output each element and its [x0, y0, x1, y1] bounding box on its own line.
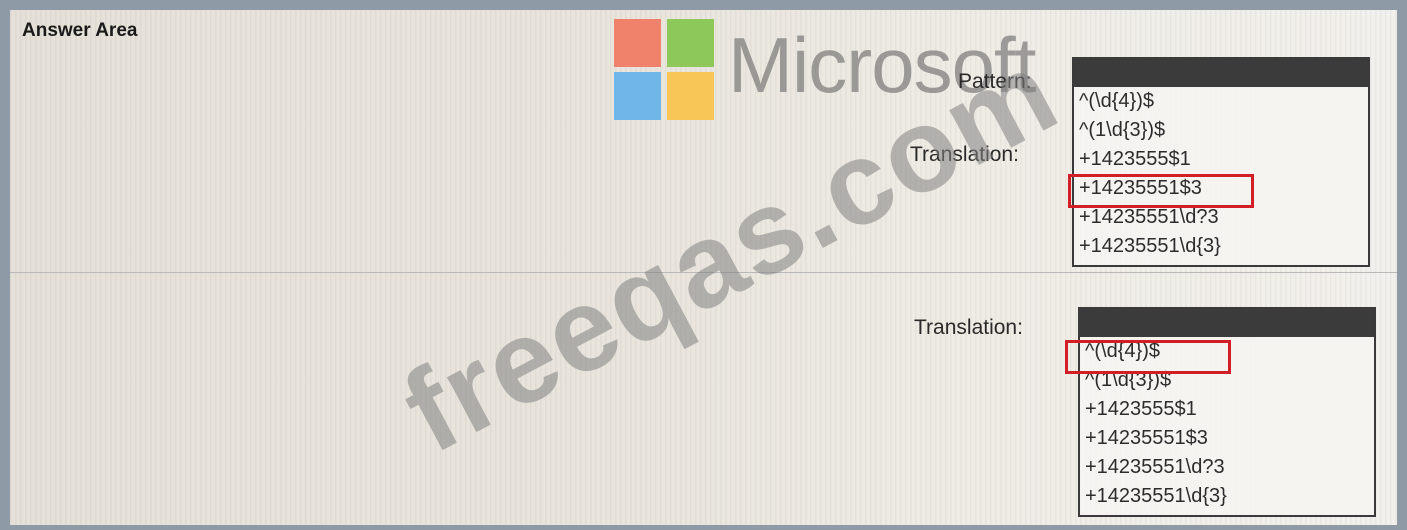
selected-answer-highlight-2	[1065, 340, 1231, 374]
dropdown-header[interactable]	[1074, 59, 1368, 87]
translation-dropdown-2[interactable]: ^(\d{4})$ ^(1\d{3})$ +1423555$1 +1423555…	[1078, 307, 1376, 517]
dropdown-option[interactable]: +14235551\d{3}	[1080, 482, 1374, 511]
translation-label-2: Translation:	[914, 316, 1023, 339]
dropdown-option[interactable]: ^(\d{4})$	[1074, 87, 1368, 116]
dropdown-option[interactable]: +14235551\d?3	[1080, 453, 1374, 482]
microsoft-logo-icon	[614, 19, 714, 120]
dropdown-option[interactable]: +1423555$1	[1074, 145, 1368, 174]
answer-area-panel: Answer Area Microsoft Pattern: Translati…	[10, 10, 1397, 525]
dropdown-header[interactable]	[1080, 309, 1374, 337]
answer-area-title: Answer Area	[22, 20, 138, 41]
pattern-translation-dropdown-1[interactable]: ^(\d{4})$ ^(1\d{3})$ +1423555$1 +1423555…	[1072, 57, 1370, 267]
dropdown-option[interactable]: +14235551$3	[1080, 424, 1374, 453]
dropdown-option[interactable]: +1423555$1	[1080, 395, 1374, 424]
dropdown-option[interactable]: +14235551\d{3}	[1074, 232, 1368, 261]
dropdown-option[interactable]: ^(1\d{3})$	[1074, 116, 1368, 145]
selected-answer-highlight-1	[1068, 174, 1254, 208]
